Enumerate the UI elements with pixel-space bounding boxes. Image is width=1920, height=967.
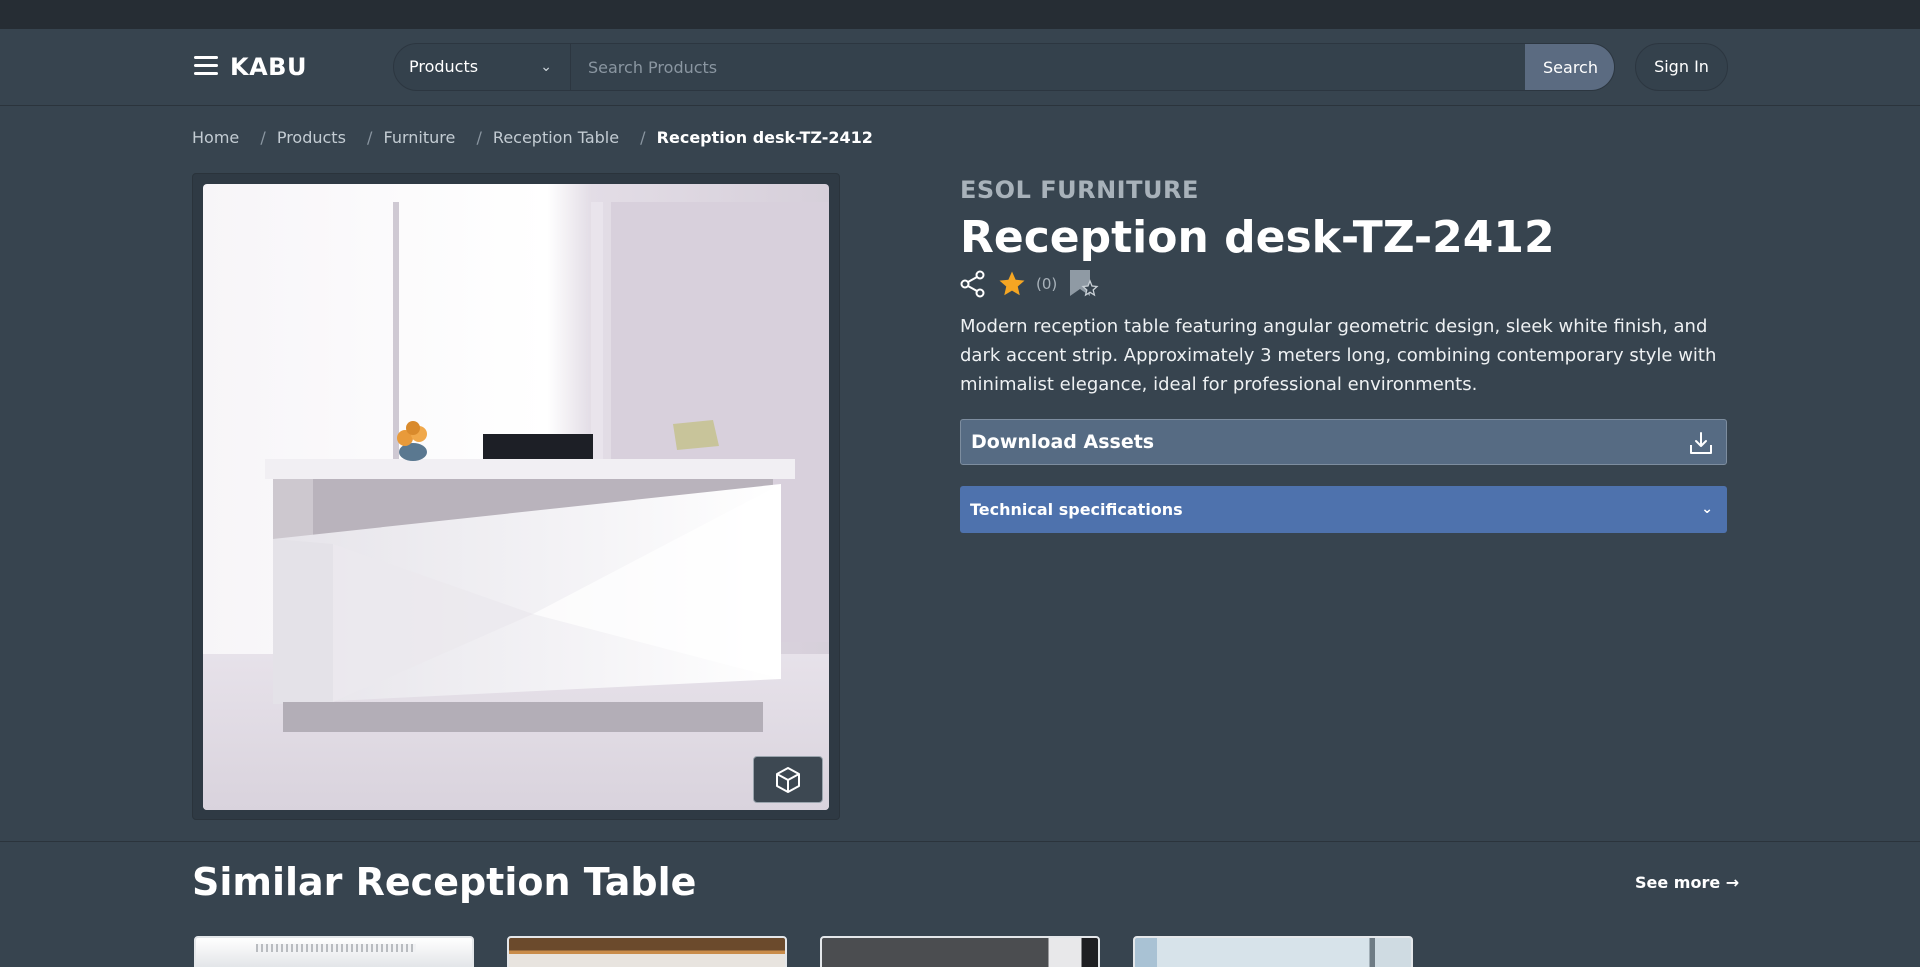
3d-view-button[interactable] bbox=[753, 756, 823, 803]
product-thumbnail bbox=[509, 938, 785, 967]
breadcrumb-separator: / bbox=[260, 128, 266, 147]
product-brand[interactable]: ESOL FURNITURE bbox=[960, 176, 1199, 204]
menu-icon[interactable] bbox=[194, 56, 218, 76]
product-photo bbox=[203, 184, 829, 810]
see-more-link[interactable]: See more → bbox=[1635, 873, 1739, 892]
breadcrumb-separator: / bbox=[476, 128, 482, 147]
product-thumbnail bbox=[1135, 938, 1411, 967]
site-header: KABU Products ⌄ Search Sign In bbox=[0, 29, 1920, 106]
product-image[interactable] bbox=[203, 184, 829, 810]
site-logo[interactable]: KABU bbox=[230, 53, 307, 81]
breadcrumb-products[interactable]: Products bbox=[277, 128, 346, 147]
breadcrumb-furniture[interactable]: Furniture bbox=[384, 128, 456, 147]
similar-product-card[interactable] bbox=[1133, 936, 1413, 967]
similar-product-card[interactable] bbox=[820, 936, 1100, 967]
star-icon[interactable] bbox=[996, 269, 1028, 299]
breadcrumb: Home / Products / Furniture / Reception … bbox=[192, 128, 873, 147]
technical-specifications-label: Technical specifications bbox=[970, 500, 1183, 519]
download-assets-button[interactable]: Download Assets bbox=[960, 419, 1727, 465]
breadcrumb-separator: / bbox=[640, 128, 646, 147]
chevron-down-icon: ⌄ bbox=[1701, 501, 1713, 517]
breadcrumb-separator: / bbox=[367, 128, 373, 147]
download-icon bbox=[1690, 432, 1712, 454]
similar-product-card[interactable] bbox=[194, 936, 474, 967]
bookmark-star-icon[interactable] bbox=[1067, 268, 1099, 300]
breadcrumb-current: Reception desk-TZ-2412 bbox=[656, 128, 873, 147]
search-bar: Products ⌄ Search bbox=[393, 43, 1615, 91]
technical-specifications-accordion[interactable]: Technical specifications ⌄ bbox=[960, 486, 1727, 533]
product-title: Reception desk-TZ-2412 bbox=[960, 212, 1555, 263]
top-strip bbox=[0, 0, 1920, 29]
product-description: Modern reception table featuring angular… bbox=[960, 316, 1717, 395]
product-thumbnail bbox=[256, 944, 416, 952]
product-actions: (0) bbox=[960, 268, 1099, 300]
rating-count: (0) bbox=[1036, 275, 1058, 293]
cube-icon bbox=[776, 766, 800, 793]
category-select-label: Products bbox=[409, 57, 479, 76]
similar-section-title: Similar Reception Table bbox=[192, 860, 697, 904]
breadcrumb-home[interactable]: Home bbox=[192, 128, 239, 147]
section-divider bbox=[0, 841, 1920, 842]
search-input[interactable] bbox=[572, 44, 1527, 90]
download-assets-label: Download Assets bbox=[971, 431, 1155, 453]
category-select[interactable]: Products ⌄ bbox=[394, 44, 571, 90]
search-button[interactable]: Search bbox=[1525, 44, 1614, 90]
share-icon[interactable] bbox=[960, 270, 986, 298]
breadcrumb-reception-table[interactable]: Reception Table bbox=[493, 128, 619, 147]
chevron-down-icon: ⌄ bbox=[540, 59, 552, 75]
product-image-card bbox=[192, 173, 840, 820]
product-thumbnail bbox=[822, 938, 1098, 967]
sign-in-button[interactable]: Sign In bbox=[1635, 43, 1728, 91]
similar-product-card[interactable] bbox=[507, 936, 787, 967]
